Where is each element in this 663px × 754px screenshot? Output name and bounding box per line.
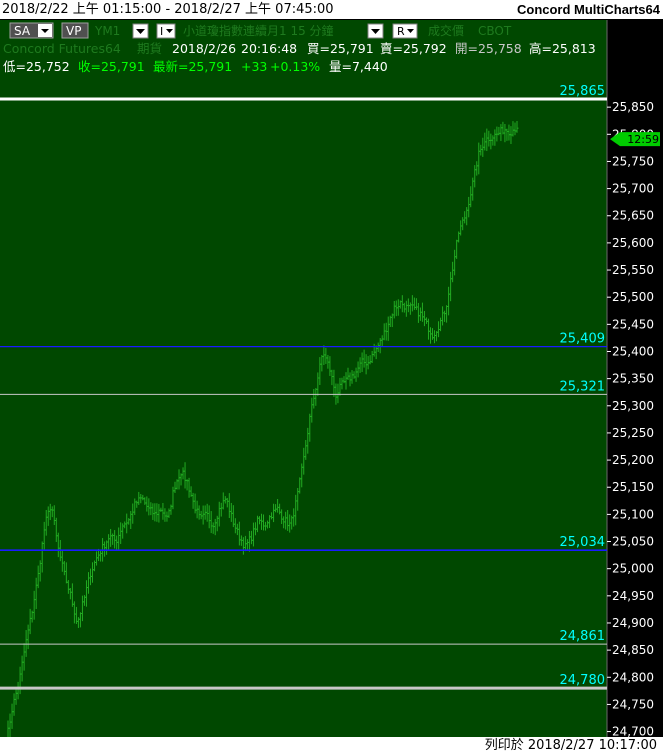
date-range: 2018/2/22 上午 01:15:00 - 2018/2/27 上午 07:…: [2, 2, 334, 17]
price-tick-label: 25,250: [612, 426, 654, 440]
last-price-countdown: 12:59: [627, 133, 659, 146]
quote-high: 高=25,813: [529, 41, 596, 56]
plot-area[interactable]: [0, 20, 607, 737]
interval-label: I: [160, 25, 163, 38]
price-tick-label: 25,850: [612, 100, 654, 114]
last-price-tag: 12:59: [610, 132, 660, 147]
price-tick-label: 25,300: [612, 399, 654, 413]
quote-date: 2018/2/26: [172, 41, 236, 56]
quote-volume: 量=7,440: [329, 59, 388, 74]
toolbar: SA VP YM1 I 小道瓊指數連續月1 15 分鐘 R 成交價 CBOT: [9, 22, 512, 39]
price-line-label: 24,861: [560, 629, 606, 644]
price-tick-label: 25,550: [612, 263, 654, 277]
chart[interactable]: 25,865 25,409 25,321 25,034 24,861 24,780 24,…: [0, 20, 663, 737]
price-tick-label: 25,150: [612, 480, 654, 494]
price-tick-label: 24,900: [612, 616, 654, 630]
quote-pct-change: +0.13%: [270, 59, 320, 74]
app-title: Concord MultiCharts64: [516, 2, 660, 17]
price-tick-label: 25,750: [612, 154, 654, 168]
symbol-description: 小道瓊指數連續月1 15 分鐘: [183, 23, 334, 38]
exchange-label: CBOT: [478, 24, 512, 38]
quote-ask: 賣=25,792: [380, 41, 447, 56]
price-line-label: 25,409: [560, 332, 606, 347]
price-field-label: 成交價: [428, 23, 464, 38]
price-tick-label: 24,950: [612, 589, 654, 603]
price-tick-label: 25,650: [612, 209, 654, 223]
price-tick-label: 25,450: [612, 317, 654, 331]
price-tick-label: 25,200: [612, 453, 654, 467]
quote-bid: 買=25,791: [307, 41, 374, 56]
quote-time: 20:16:48: [241, 41, 297, 56]
price-tick-label: 25,000: [612, 562, 654, 576]
printed-at: 列印於 2018/2/27 10:17:00: [484, 738, 657, 753]
price-tick-label: 24,850: [612, 643, 654, 657]
quote-close: 收=25,791: [78, 59, 145, 74]
footer-bar: 列印於 2018/2/27 10:17:00: [0, 737, 663, 754]
quote-change: +33: [241, 59, 267, 74]
price-tick-label: 25,500: [612, 290, 654, 304]
quote-last: 最新=25,791: [153, 59, 232, 74]
symbol-label: YM1: [94, 24, 120, 38]
price-tick-label: 24,800: [612, 670, 654, 684]
price-line-label: 24,780: [560, 673, 606, 688]
quote-low: 低=25,752: [3, 59, 70, 74]
r-label: R: [397, 25, 405, 38]
price-line-label: 25,034: [560, 535, 606, 550]
price-tick-label: 25,050: [612, 535, 654, 549]
header-bar: 2018/2/22 上午 01:15:00 - 2018/2/27 上午 07:…: [0, 0, 663, 20]
price-tick-label: 25,400: [612, 344, 654, 358]
price-tick-label: 25,100: [612, 507, 654, 521]
quote-open: 開=25,758: [455, 41, 522, 56]
vp-label: VP: [66, 24, 81, 38]
sa-label: SA: [14, 24, 31, 38]
price-tick-label: 25,700: [612, 182, 654, 196]
price-tick-label: 24,750: [612, 697, 654, 711]
price-line-label: 25,865: [560, 84, 606, 99]
quote-source: Concord Futures64: [3, 41, 121, 56]
price-tick-label: 25,350: [612, 372, 654, 386]
quote-type: 期貨: [137, 41, 162, 56]
price-line-label: 25,321: [560, 379, 606, 394]
price-tick-label: 25,600: [612, 236, 654, 250]
price-tick-label: 24,700: [612, 725, 654, 737]
